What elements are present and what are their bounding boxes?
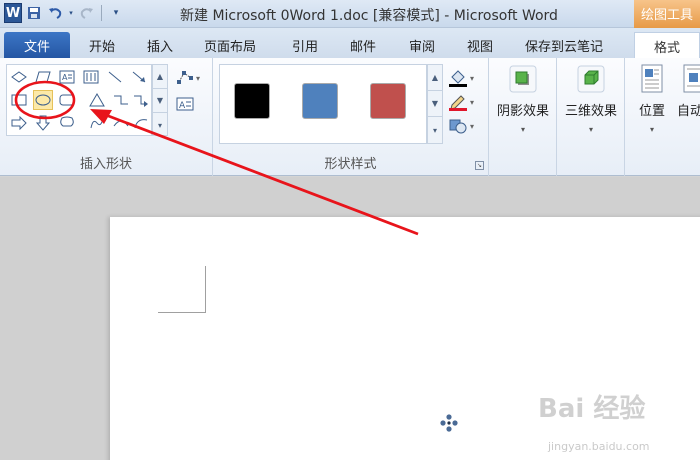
auto-wrap-button[interactable]: 自动换行 [677, 64, 700, 119]
fill-outline-tools: ▾ ▾ ▾ [448, 66, 488, 138]
shape-styles-gallery [219, 64, 427, 144]
position-button[interactable]: 位置 ▾ [631, 64, 673, 134]
elbow-connector-shape-icon[interactable] [111, 90, 131, 110]
auto-wrap-label: 自动换行 [677, 104, 700, 119]
shadow-effects-button[interactable]: 阴影效果 ▾ [489, 64, 557, 134]
crosshair-cursor-icon [438, 412, 460, 434]
tab-format[interactable]: 格式 [634, 32, 700, 58]
title-bar: W ▾ ▾ 新建 Microsoft 0Word 1.doc [兼容模式] - … [0, 0, 700, 28]
shape-effects-button[interactable]: ▾ [448, 114, 488, 138]
tab-review[interactable]: 审阅 [409, 32, 435, 58]
shadow-effects-label: 阴影效果 [496, 104, 549, 119]
text-box-icon: A [176, 97, 194, 111]
text-wrap-icon [679, 64, 700, 94]
shape-effects-icon [449, 119, 467, 134]
word-logo-icon[interactable]: W [4, 3, 22, 23]
tab-page-layout[interactable]: 页面布局 [204, 32, 256, 58]
rectangle-shape-icon[interactable] [9, 90, 29, 110]
elbow-arrow-connector-icon[interactable] [131, 90, 151, 110]
ribbon-tabs: 文件 开始 插入 页面布局 引用 邮件 审阅 视图 保存到云笔记 格式 [0, 28, 700, 58]
edit-shape-tools: ▾ A [176, 66, 206, 116]
customize-icon[interactable]: ▾ [107, 4, 125, 22]
shape-fill-button[interactable]: ▾ [448, 66, 488, 90]
dropdown-caret-icon: ▾ [520, 125, 525, 134]
position-icon [637, 64, 667, 94]
undo-dropdown-icon[interactable]: ▾ [67, 4, 75, 22]
paint-bucket-icon [449, 70, 467, 87]
undo-icon[interactable] [46, 4, 64, 22]
tab-references[interactable]: 引用 [292, 32, 318, 58]
insert-shapes-group: A ▲ ▼ ▾ ▾ A 插入形状 [0, 58, 213, 176]
style-swatch-red[interactable] [370, 83, 406, 119]
margin-corner-mark [205, 266, 206, 312]
triangle-shape-icon[interactable] [87, 90, 107, 110]
quick-access-toolbar: W ▾ ▾ [4, 3, 125, 23]
margin-corner-mark [158, 312, 206, 313]
svg-text:A: A [62, 73, 68, 82]
drawing-tools-context-label: 绘图工具 [634, 0, 700, 28]
scroll-down-icon[interactable]: ▼ [428, 91, 442, 117]
diamond-shape-icon[interactable] [9, 67, 29, 87]
watermark-text: Bai 经验 [538, 394, 646, 424]
style-swatch-blue[interactable] [302, 83, 338, 119]
style-swatch-black[interactable] [234, 83, 270, 119]
tab-mailings[interactable]: 邮件 [350, 32, 376, 58]
shape-styles-group-label: 形状样式 [324, 157, 377, 172]
three-d-effects-icon [576, 64, 606, 94]
arrow-line-shape-icon[interactable] [129, 67, 149, 87]
dropdown-caret-icon: ▾ [649, 125, 654, 134]
pencil-icon [449, 95, 467, 111]
tab-view[interactable]: 视图 [467, 32, 493, 58]
tab-file[interactable]: 文件 [4, 32, 70, 58]
parallelogram-shape-icon[interactable] [33, 67, 53, 87]
insert-shapes-group-label: 插入形状 [79, 157, 132, 172]
dialog-launcher-icon[interactable]: ↘ [475, 161, 484, 170]
shadow-effects-group: 阴影效果 ▾ [489, 58, 557, 176]
ribbon: A ▲ ▼ ▾ ▾ A 插入形状 ▲ ▼ ▾ ▾ ▾ ▾ 形状样式 ↘ 阴影效果… [0, 58, 700, 176]
shadow-effects-icon [508, 64, 538, 94]
shape-outline-button[interactable]: ▾ [448, 90, 488, 114]
baidu-watermark: Bai 经验 jingyan.baidu.com [538, 380, 678, 460]
three-d-effects-label: 三维效果 [564, 104, 617, 119]
redo-icon[interactable] [78, 4, 96, 22]
draw-text-box-button[interactable]: A [176, 92, 206, 116]
svg-text:A: A [179, 101, 186, 111]
scroll-up-icon[interactable]: ▲ [428, 65, 442, 91]
scroll-down-icon[interactable]: ▼ [153, 89, 167, 113]
shapes-gallery: A [6, 64, 152, 136]
arrange-group: 位置 ▾ 自动换行 [625, 58, 700, 176]
watermark-url: jingyan.baidu.com [548, 440, 650, 453]
right-arrow-shape-icon[interactable] [9, 113, 29, 133]
vertical-text-box-icon[interactable] [81, 67, 101, 87]
text-box-shape-icon[interactable]: A [57, 67, 77, 87]
gallery-expand-icon[interactable]: ▾ [428, 117, 442, 143]
gallery-expand-icon[interactable]: ▾ [153, 113, 167, 137]
arc-shape-icon[interactable] [131, 113, 151, 133]
down-arrow-shape-icon[interactable] [33, 113, 53, 133]
rounded-rectangle-shape-icon[interactable] [57, 90, 77, 110]
curve-shape-icon[interactable] [111, 113, 131, 133]
edit-points-icon [177, 71, 193, 84]
three-d-effects-button[interactable]: 三维效果 ▾ [557, 64, 625, 134]
tab-home[interactable]: 开始 [89, 32, 115, 58]
callout-shape-icon[interactable] [57, 113, 77, 133]
save-icon[interactable] [25, 4, 43, 22]
shapes-gallery-scrollbar[interactable]: ▲ ▼ ▾ [152, 64, 168, 136]
toolbar-separator [101, 5, 102, 21]
oval-shape-icon[interactable] [33, 90, 53, 110]
scroll-up-icon[interactable]: ▲ [153, 65, 167, 89]
tab-insert[interactable]: 插入 [147, 32, 173, 58]
freeform-shape-icon[interactable] [87, 113, 107, 133]
three-d-effects-group: 三维效果 ▾ [557, 58, 625, 176]
window-title: 新建 Microsoft 0Word 1.doc [兼容模式] - Micros… [180, 8, 558, 24]
shape-styles-group: ▲ ▼ ▾ ▾ ▾ ▾ 形状样式 ↘ [213, 58, 489, 176]
tab-save-to-cloud-notes[interactable]: 保存到云笔记 [525, 32, 603, 58]
edit-shape-button[interactable]: ▾ [176, 66, 206, 90]
styles-gallery-scrollbar[interactable]: ▲ ▼ ▾ [427, 64, 443, 144]
line-shape-icon[interactable] [105, 67, 125, 87]
position-label: 位置 [638, 104, 665, 119]
dropdown-caret-icon: ▾ [588, 125, 593, 134]
